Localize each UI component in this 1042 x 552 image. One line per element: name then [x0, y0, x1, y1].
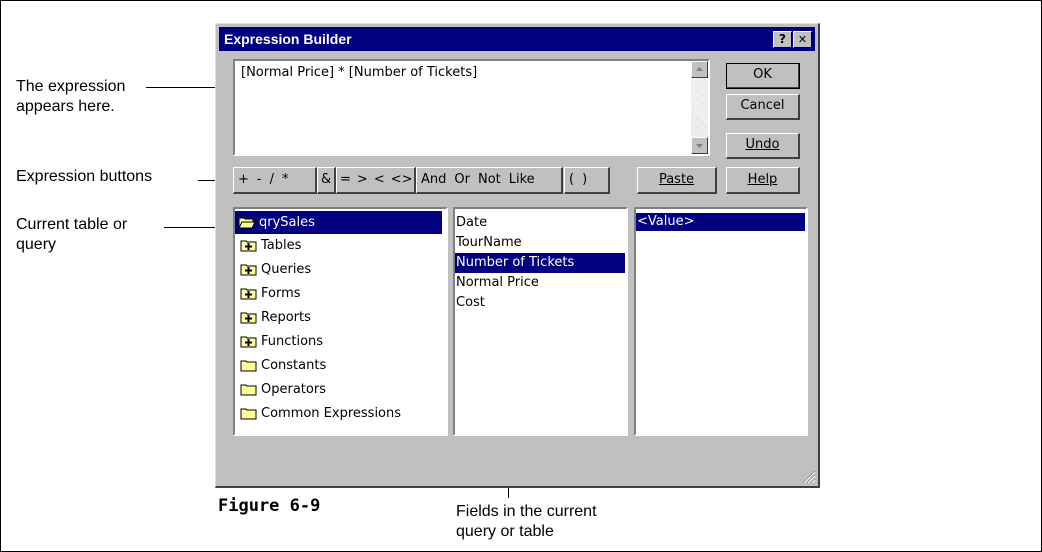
plus-folder-icon: [240, 263, 257, 276]
minus-button[interactable]: -: [253, 168, 266, 192]
values-list[interactable]: <Value>: [634, 207, 808, 436]
less-button[interactable]: <: [371, 168, 388, 192]
open-folder-icon: [238, 216, 255, 229]
expression-scrollbar[interactable]: [691, 61, 708, 154]
callout-table: Current table or query: [16, 216, 128, 253]
arrow-up-icon: [696, 67, 703, 71]
plus-folder-icon: [240, 239, 257, 252]
expression-box[interactable]: [Normal Price] * [Number of Tickets]: [233, 59, 710, 156]
undo-label: Undo: [745, 137, 780, 152]
value-item-selected[interactable]: <Value>: [636, 213, 805, 231]
multiply-button[interactable]: *: [278, 168, 293, 192]
help-title-button[interactable]: ?: [773, 31, 792, 48]
folder-icon: [240, 383, 257, 396]
dialog-title: Expression Builder: [224, 31, 352, 47]
tree-item-operators[interactable]: Operators: [237, 378, 444, 401]
scroll-down-button[interactable]: [691, 137, 708, 154]
resize-grip-icon[interactable]: [802, 470, 816, 484]
open-paren-button[interactable]: (: [565, 168, 578, 192]
ok-button[interactable]: OK: [726, 63, 800, 89]
field-item-selected[interactable]: Number of Tickets: [455, 253, 625, 273]
paste-label: Paste: [658, 172, 695, 187]
field-item[interactable]: Cost: [456, 293, 624, 313]
equals-button[interactable]: =: [337, 168, 354, 192]
title-bar: Expression Builder ? ✕: [219, 27, 815, 51]
paren-buttons: ( ): [564, 167, 610, 194]
tree-item-forms[interactable]: Forms: [237, 282, 444, 305]
fields-list[interactable]: Date TourName Number of Tickets Normal P…: [453, 207, 628, 436]
plus-folder-icon: [240, 335, 257, 348]
tree-item-queries[interactable]: Queries: [237, 258, 444, 281]
field-item[interactable]: TourName: [456, 233, 624, 253]
tree-item-functions[interactable]: Functions: [237, 330, 444, 353]
tree-item-qrysales[interactable]: qrySales: [235, 211, 442, 234]
logic-buttons: And Or Not Like: [416, 167, 563, 194]
scroll-up-button[interactable]: [691, 61, 708, 78]
tree-item-tables[interactable]: Tables: [237, 234, 444, 257]
tree-list[interactable]: qrySales Tables Queries Forms Reports Fu…: [233, 207, 448, 436]
undo-button[interactable]: Undo: [726, 133, 800, 159]
callout-expression: The expression appears here.: [16, 78, 126, 115]
folder-icon: [240, 407, 257, 420]
plus-folder-icon: [240, 287, 257, 300]
divide-button[interactable]: /: [266, 168, 278, 192]
callout-fields: Fields in the current query or table: [456, 503, 597, 540]
close-button[interactable]: ✕: [793, 31, 812, 48]
plus-button[interactable]: +: [234, 168, 253, 192]
tree-item-constants[interactable]: Constants: [237, 354, 444, 377]
field-item[interactable]: Date: [456, 213, 624, 233]
field-item[interactable]: Normal Price: [456, 273, 624, 293]
greater-button[interactable]: >: [354, 168, 371, 192]
compare-buttons: = > < <>: [336, 167, 416, 194]
paste-button[interactable]: Paste: [637, 167, 717, 194]
like-button[interactable]: Like: [505, 168, 539, 192]
help-button[interactable]: Help: [726, 167, 800, 194]
not-button[interactable]: Not: [474, 168, 505, 192]
or-button[interactable]: Or: [450, 168, 474, 192]
arith-buttons: + - / *: [233, 167, 317, 194]
folder-icon: [240, 359, 257, 372]
and-button[interactable]: And: [417, 168, 450, 192]
help-label: Help: [747, 172, 778, 187]
tree-item-common-expressions[interactable]: Common Expressions: [237, 402, 444, 425]
not-equal-button[interactable]: <>: [388, 168, 416, 192]
callout-buttons: Expression buttons: [16, 168, 153, 185]
close-paren-button[interactable]: ): [578, 168, 591, 192]
arrow-down-icon: [696, 144, 703, 148]
tree-item-reports[interactable]: Reports: [237, 306, 444, 329]
plus-folder-icon: [240, 311, 257, 324]
figure-caption: Figure 6-9: [218, 496, 321, 516]
expression-builder-dialog: Expression Builder ? ✕ [Normal Price] * …: [215, 23, 820, 488]
cancel-button[interactable]: Cancel: [726, 94, 800, 120]
concat-button[interactable]: &: [317, 167, 336, 194]
expression-text: [Normal Price] * [Number of Tickets]: [241, 65, 478, 80]
